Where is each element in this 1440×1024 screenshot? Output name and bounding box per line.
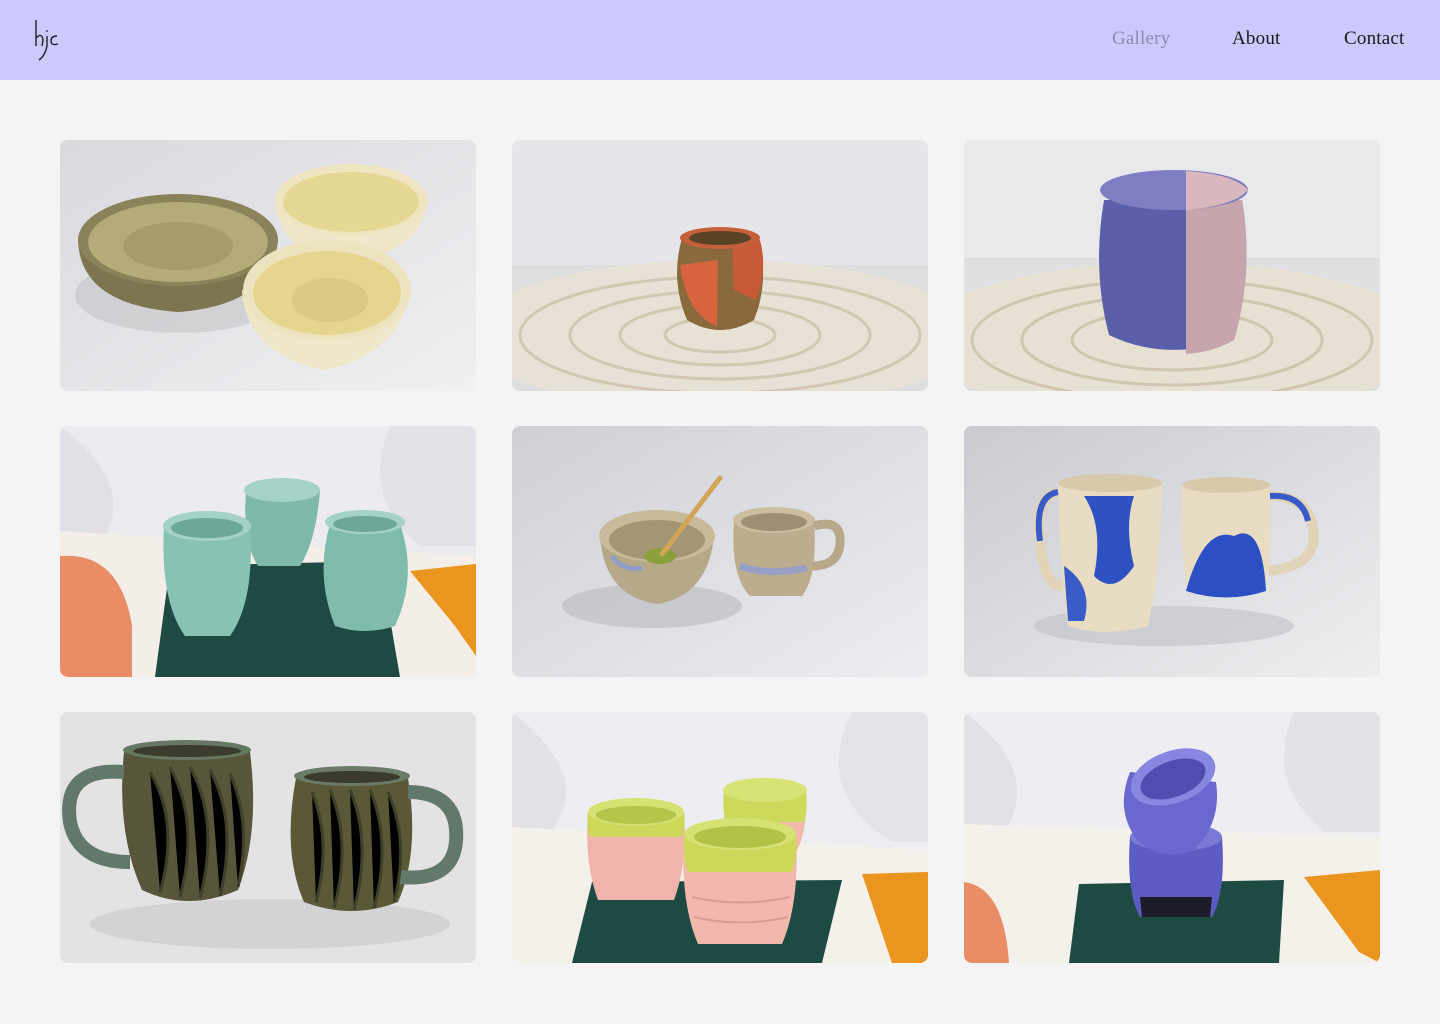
nav-link-contact[interactable]: Contact bbox=[1344, 28, 1405, 50]
gallery-item-purple-cups[interactable] bbox=[964, 712, 1380, 963]
pottery-photo bbox=[964, 712, 1380, 963]
pottery-photo bbox=[964, 426, 1380, 677]
gallery-item-lidded-jar[interactable] bbox=[964, 140, 1380, 391]
pottery-photo bbox=[60, 140, 476, 391]
pottery-photo bbox=[512, 712, 928, 963]
gallery-item-orange-vase[interactable] bbox=[512, 140, 928, 391]
pottery-photo bbox=[60, 712, 476, 963]
pottery-photo bbox=[512, 426, 928, 677]
nav-link-about[interactable]: About bbox=[1232, 28, 1281, 50]
nav-link-gallery[interactable]: Gallery bbox=[1112, 28, 1170, 50]
pottery-photo bbox=[964, 140, 1380, 391]
brand-logo[interactable] bbox=[30, 16, 64, 64]
top-nav-bar: Gallery About Contact bbox=[0, 0, 1440, 80]
pottery-photo bbox=[512, 140, 928, 391]
pottery-photo bbox=[60, 426, 476, 677]
gallery-item-pink-cups[interactable] bbox=[512, 712, 928, 963]
gallery-item-carved-mugs[interactable] bbox=[60, 712, 476, 963]
gallery-item-blue-mugs[interactable] bbox=[964, 426, 1380, 677]
gallery-item-matcha-set[interactable] bbox=[512, 426, 928, 677]
gallery-item-bowls[interactable] bbox=[60, 140, 476, 391]
gallery-item-mint-cups[interactable] bbox=[60, 426, 476, 677]
